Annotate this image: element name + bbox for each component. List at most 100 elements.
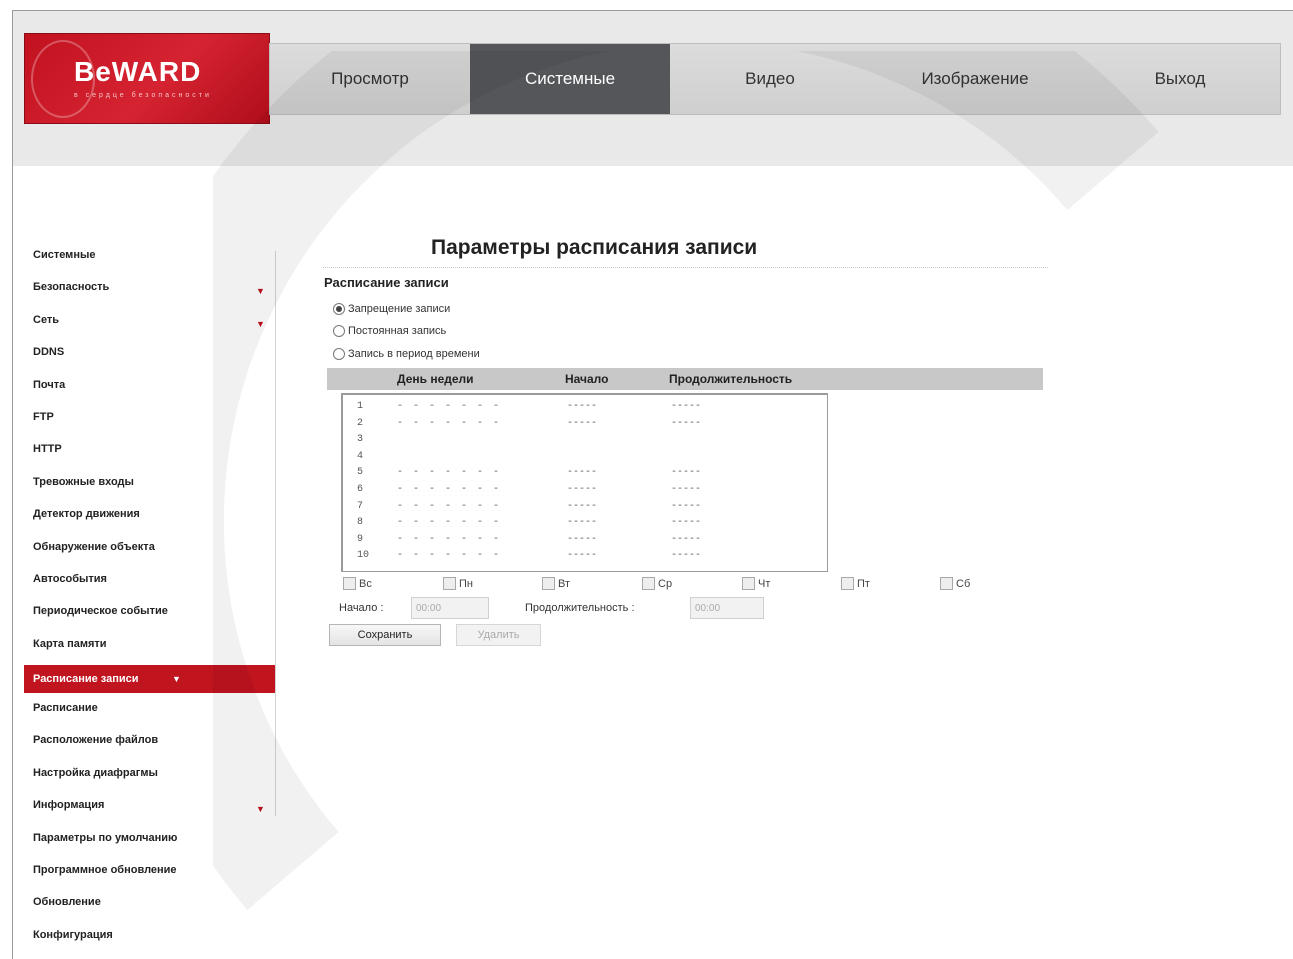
schedule-row[interactable]: 3 xyxy=(357,434,827,448)
delete-button[interactable]: Удалить xyxy=(456,624,541,646)
sidebar-item-label: Расписание записи xyxy=(33,673,139,686)
start-label: Начало : xyxy=(339,602,384,614)
sidebar-item-label: Автособытия xyxy=(33,572,107,585)
checkbox[interactable] xyxy=(443,577,456,590)
sidebar-item[interactable]: Тревожные входы xyxy=(24,471,276,503)
schedule-listbox[interactable]: 1 - - - - - - - ----- ----- 2 - - - - - - - --… xyxy=(341,393,828,572)
row-index: 4 xyxy=(357,450,364,462)
sidebar-item-label: Сеть xyxy=(33,313,60,326)
header-weekday: День недели xyxy=(397,372,474,386)
sidebar-item[interactable]: Расписание записи ▼ xyxy=(24,665,276,694)
chevron-down-icon[interactable]: ▼ xyxy=(256,798,265,820)
sidebar-item[interactable]: Системные xyxy=(24,244,276,276)
nav-video[interactable]: Видео xyxy=(670,44,870,114)
checkbox[interactable] xyxy=(343,577,356,590)
sidebar-item-label: Конфигурация xyxy=(33,928,113,941)
checkbox[interactable] xyxy=(940,577,953,590)
checkbox[interactable] xyxy=(542,577,555,590)
schedule-row[interactable]: 5 - - - - - - - ----- ----- xyxy=(357,467,827,481)
chevron-down-icon[interactable]: ▼ xyxy=(256,280,265,302)
radio-label: Запрещение записи xyxy=(348,303,451,315)
header-duration: Продолжительность xyxy=(669,372,793,386)
sidebar-item-label: Системные xyxy=(33,249,96,261)
sidebar-item[interactable]: Карта памяти xyxy=(24,633,276,665)
row-start: ----- xyxy=(567,401,598,412)
sidebar-item[interactable]: Расположение файлов xyxy=(24,729,276,761)
sidebar-item-label: Расписание xyxy=(33,702,98,715)
schedule-row[interactable]: 8 - - - - - - - ----- ----- xyxy=(357,517,827,531)
checkbox-wed[interactable]: Ср xyxy=(642,577,672,590)
sidebar-item[interactable]: Автособытия xyxy=(24,568,276,600)
schedule-row[interactable]: 10 - - - - - - - ----- ----- xyxy=(357,550,827,564)
page-title: Параметры расписания записи xyxy=(431,236,758,259)
nav-view[interactable]: Просмотр xyxy=(270,44,470,114)
sidebar-item[interactable]: Программное обновление xyxy=(24,859,276,891)
sidebar-item[interactable]: Безопасность ▼ xyxy=(24,276,276,308)
sidebar-item-label: HTTP xyxy=(33,443,62,456)
checkbox[interactable] xyxy=(642,577,655,590)
save-button[interactable]: Сохранить xyxy=(329,624,441,646)
sidebar-divider xyxy=(275,251,276,816)
logo-tagline: в сердце безопасности xyxy=(74,92,212,99)
chevron-down-icon[interactable]: ▼ xyxy=(172,665,181,693)
row-index: 1 xyxy=(357,401,364,412)
radio-disable-recording[interactable]: Запрещение записи xyxy=(333,303,450,315)
nav-logout[interactable]: Выход xyxy=(1080,44,1280,114)
sidebar-item[interactable]: Обнаружение объекта xyxy=(24,536,276,568)
checkbox[interactable] xyxy=(841,577,854,590)
sidebar-item[interactable]: DDNS xyxy=(24,341,276,373)
beward-logo: BeWARD в сердце безопасности xyxy=(24,33,270,124)
title-divider xyxy=(323,267,1048,268)
sidebar-item[interactable]: Сеть ▼ xyxy=(24,309,276,341)
sidebar-item[interactable]: Детектор движения xyxy=(24,503,276,535)
sidebar-item[interactable]: Конфигурация xyxy=(24,924,276,956)
sidebar-item-label: FTP xyxy=(33,410,54,423)
nav-image[interactable]: Изображение xyxy=(870,44,1080,114)
row-index: 7 xyxy=(357,500,364,512)
sidebar-item-label: Тревожные входы xyxy=(33,475,134,488)
row-index: 5 xyxy=(357,467,364,479)
sidebar-item[interactable]: Почта xyxy=(24,374,276,406)
row-start: ----- xyxy=(567,467,598,479)
checkbox[interactable] xyxy=(742,577,755,590)
top-nav: Просмотр Системные Видео Изображение Вых… xyxy=(269,43,1281,115)
chevron-down-icon[interactable]: ▼ xyxy=(256,313,265,335)
row-duration: ----- xyxy=(671,533,702,545)
row-index: 6 xyxy=(357,484,364,495)
sidebar-item[interactable]: Информация ▼ xyxy=(24,794,276,826)
checkbox-sat[interactable]: Сб xyxy=(940,577,970,590)
sidebar-item[interactable]: Обновление xyxy=(24,891,276,923)
sidebar-item[interactable]: Настройка диафрагмы xyxy=(24,762,276,794)
row-index: 9 xyxy=(357,533,364,545)
radio-button[interactable] xyxy=(333,348,345,360)
row-days: - - - - - - - xyxy=(397,550,502,562)
schedule-row[interactable]: 6 - - - - - - - ----- ----- xyxy=(357,484,827,498)
row-days: - - - - - - - xyxy=(397,467,502,479)
sidebar-item[interactable]: HTTP xyxy=(24,438,276,470)
schedule-row[interactable]: 1 - - - - - - - ----- ----- xyxy=(357,401,827,415)
radio-button[interactable] xyxy=(333,303,345,315)
checkbox-sun[interactable]: Вс xyxy=(343,577,372,590)
sidebar-item-label: Настройка диафрагмы xyxy=(33,766,158,779)
radio-scheduled-recording[interactable]: Запись в период времени xyxy=(333,348,480,360)
checkbox-tue[interactable]: Вт xyxy=(542,577,570,590)
schedule-row[interactable]: 2 - - - - - - - ----- ----- xyxy=(357,418,827,432)
sidebar-item[interactable]: Параметры по умолчанию xyxy=(24,827,276,859)
duration-input[interactable] xyxy=(690,597,764,619)
row-duration: ----- xyxy=(671,484,702,495)
sidebar-item[interactable]: Периодическое событие xyxy=(24,600,276,632)
checkbox-thu[interactable]: Чт xyxy=(742,577,770,590)
radio-continuous-recording[interactable]: Постоянная запись xyxy=(333,325,446,337)
row-days: - - - - - - - xyxy=(397,401,502,412)
nav-system[interactable]: Системные xyxy=(470,44,670,114)
schedule-row[interactable]: 7 - - - - - - - ----- ----- xyxy=(357,501,827,515)
row-start: ----- xyxy=(567,533,598,545)
sidebar-item[interactable]: FTP xyxy=(24,406,276,438)
sidebar-item[interactable]: Расписание xyxy=(24,697,276,729)
radio-button[interactable] xyxy=(333,325,345,337)
checkbox-mon[interactable]: Пн xyxy=(443,577,473,590)
schedule-row[interactable]: 4 xyxy=(357,451,827,465)
schedule-row[interactable]: 9 - - - - - - - ----- ----- xyxy=(357,534,827,548)
checkbox-fri[interactable]: Пт xyxy=(841,577,870,590)
start-time-input[interactable] xyxy=(411,597,489,619)
